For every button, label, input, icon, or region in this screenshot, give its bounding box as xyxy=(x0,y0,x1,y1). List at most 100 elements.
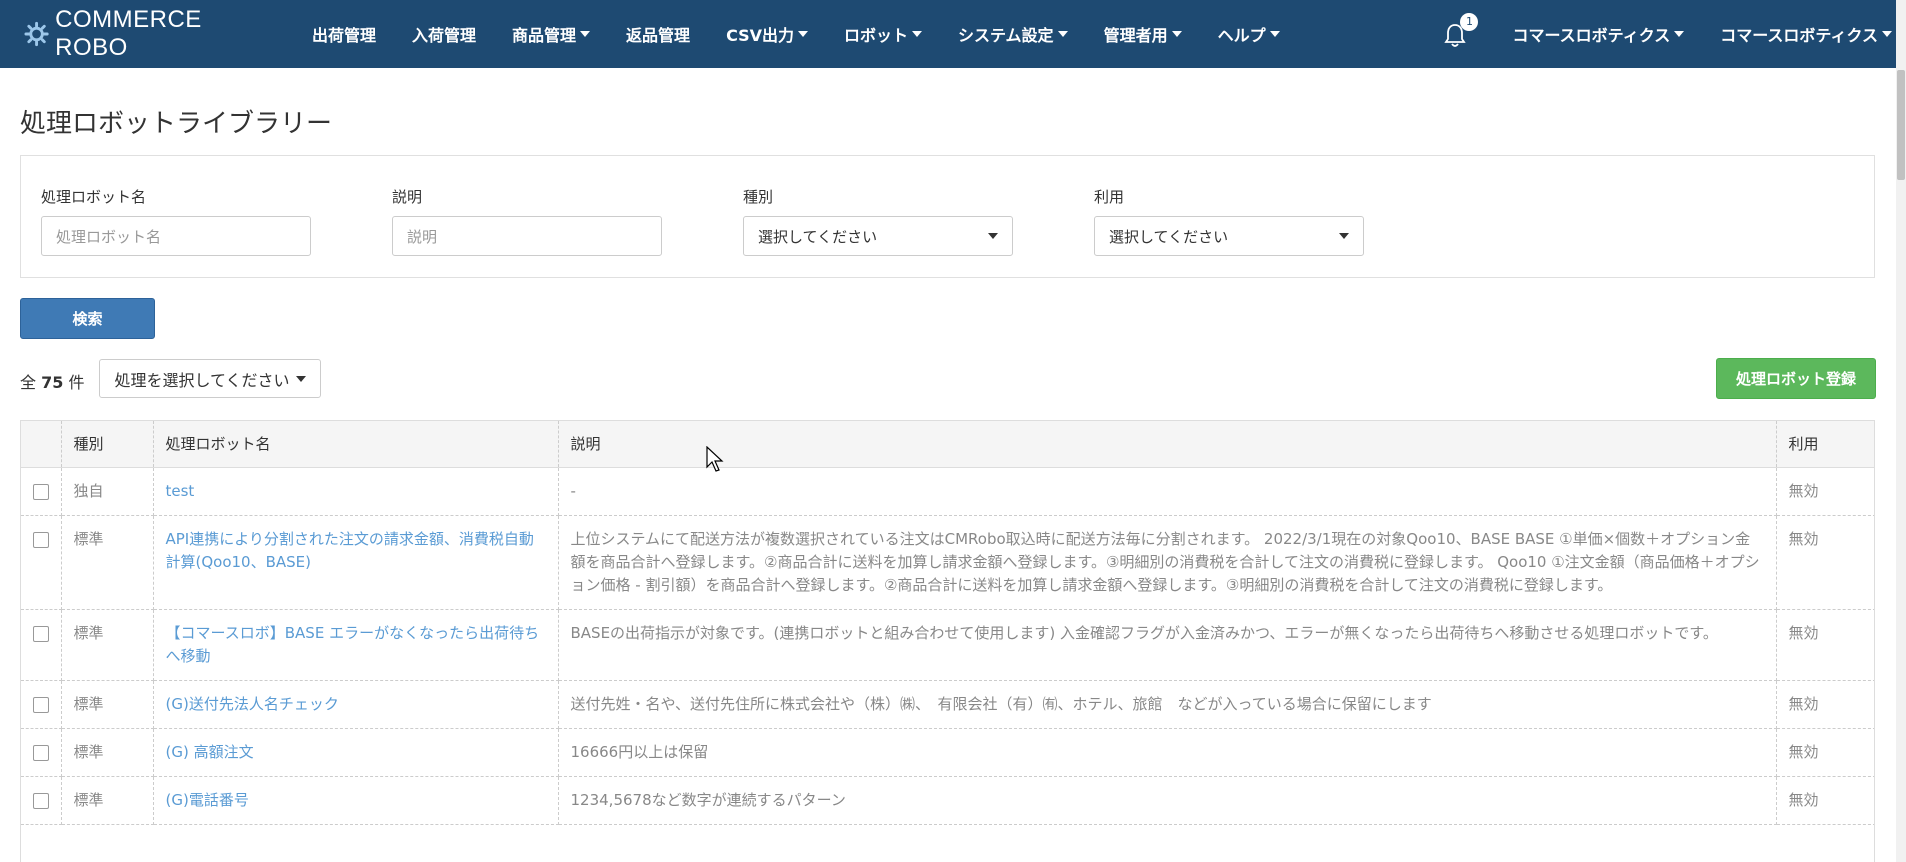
brand[interactable]: COMMERCE ROBO xyxy=(24,6,274,62)
row-checkbox[interactable] xyxy=(33,744,49,761)
notification-badge: 1 xyxy=(1460,13,1479,31)
cell-usage: 無効 xyxy=(1776,515,1874,610)
caret-down-icon xyxy=(1882,31,1892,37)
nav-label: コマースロボティクス xyxy=(1720,26,1878,45)
cell-description: 送付先姓・名や、送付先住所に株式会社や（株）㈱、 有限会社（有）㈲、ホテル、旅館… xyxy=(558,680,1777,729)
caret-down-icon xyxy=(1339,233,1349,239)
header-description[interactable]: 説明 xyxy=(558,421,1777,468)
row-checkbox[interactable] xyxy=(33,625,49,642)
caret-down-icon xyxy=(1269,31,1280,37)
cell-name-link[interactable]: (G)電話番号 xyxy=(153,776,559,825)
nav-right: 1 コマースロボティクス コマースロボティクス xyxy=(1442,0,1896,68)
nav-robot[interactable]: ロボット xyxy=(826,0,940,68)
header-checkbox xyxy=(21,421,62,468)
user-menu-1[interactable]: コマースロボティクス xyxy=(1494,0,1702,68)
cell-type: 標準 xyxy=(61,680,154,729)
total-prefix: 全 xyxy=(20,373,37,392)
page-scrollbar[interactable] xyxy=(1896,0,1906,862)
filter-label: 処理ロボット名 xyxy=(41,188,147,206)
nav-label: 返品管理 xyxy=(626,26,691,45)
nav-label: CSV出力 xyxy=(726,26,795,45)
cell-name-link[interactable]: 【コマースロボ】BASE エラーがなくなったら出荷待ちへ移動 xyxy=(153,609,559,681)
nav-help[interactable]: ヘルプ xyxy=(1200,0,1298,68)
usage-select[interactable]: 選択してください xyxy=(1094,216,1364,256)
cell-description: 16666円以上は保留 xyxy=(558,728,1777,777)
nav-shipping[interactable]: 出荷管理 xyxy=(294,0,394,68)
notification-button[interactable]: 1 xyxy=(1442,13,1479,49)
total-suffix: 件 xyxy=(68,373,85,392)
scroll-thumb[interactable] xyxy=(1897,70,1905,180)
caret-down-icon xyxy=(912,31,923,37)
nav-label: 入荷管理 xyxy=(412,26,477,45)
gear-logo-icon xyxy=(24,21,49,47)
mouse-cursor-icon xyxy=(706,446,724,472)
nav-label: ヘルプ xyxy=(1217,26,1266,45)
nav-returns[interactable]: 返品管理 xyxy=(608,0,708,68)
row-checkbox[interactable] xyxy=(33,792,49,809)
filter-usage: 利用 選択してください xyxy=(1094,186,1364,256)
filter-name: 処理ロボット名 処理ロボット名 xyxy=(41,186,311,256)
table-row: 標準 (G) 高額注文 16666円以上は保留 無効 xyxy=(21,728,1874,777)
nav-receiving[interactable]: 入荷管理 xyxy=(394,0,494,68)
cell-name-link[interactable]: test xyxy=(153,467,559,516)
cell-description: BASEの出荷指示が対象です。(連携ロボットと組み合わせて使用します) 入金確認… xyxy=(558,609,1777,681)
row-checkbox[interactable] xyxy=(33,483,49,500)
top-navbar: COMMERCE ROBO 出荷管理 入荷管理 商品管理 返品管理 CSV出力 … xyxy=(0,0,1896,68)
caret-down-icon xyxy=(1171,31,1182,37)
filter-panel: 処理ロボット名 処理ロボット名 説明 説明 種別 選択してください 利用 選択し… xyxy=(20,155,1875,278)
placeholder-text: 説明 xyxy=(407,227,438,246)
nav-label: 管理者用 xyxy=(1103,26,1168,45)
cell-description: - xyxy=(558,467,1777,516)
nav-csv-export[interactable]: CSV出力 xyxy=(708,0,826,68)
user-menu-2[interactable]: コマースロボティクス xyxy=(1702,0,1896,68)
caret-down-icon xyxy=(1674,31,1685,37)
register-robot-button[interactable]: 処理ロボット登録 xyxy=(1716,358,1876,399)
nav-system-settings[interactable]: システム設定 xyxy=(940,0,1086,68)
nav-label: 出荷管理 xyxy=(312,26,377,45)
row-checkbox-cell xyxy=(21,467,62,516)
row-checkbox-cell xyxy=(21,728,62,777)
header-usage[interactable]: 利用 xyxy=(1776,421,1874,468)
search-button[interactable]: 検索 xyxy=(20,298,155,339)
cell-usage: 無効 xyxy=(1776,776,1874,825)
table-row: 標準 【コマースロボ】BASE エラーがなくなったら出荷待ちへ移動 BASEの出… xyxy=(21,609,1874,681)
filter-label: 説明 xyxy=(392,188,423,206)
type-select[interactable]: 選択してください xyxy=(743,216,1013,256)
page-title: 処理ロボットライブラリー xyxy=(20,109,333,139)
select-value: 選択してください xyxy=(758,227,878,246)
nav-products[interactable]: 商品管理 xyxy=(494,0,608,68)
total-count: 全 75 件 xyxy=(20,369,84,393)
caret-down-icon xyxy=(295,375,306,382)
filter-type: 種別 選択してください xyxy=(743,186,1013,256)
total-number: 75 xyxy=(41,373,64,392)
filter-label: 種別 xyxy=(743,188,774,206)
nav-label: 商品管理 xyxy=(512,26,577,45)
header-name[interactable]: 処理ロボット名 xyxy=(153,421,559,468)
row-checkbox-cell xyxy=(21,680,62,729)
cell-name-link[interactable]: (G)送付先法人名チェック xyxy=(153,680,559,729)
nav-label: ロボット xyxy=(844,26,909,45)
cell-type: 独自 xyxy=(61,467,154,516)
table-row: 標準 API連携により分割された注文の請求金額、消費税自動計算(Qoo10、BA… xyxy=(21,515,1874,610)
description-input[interactable]: 説明 xyxy=(392,216,662,256)
bulk-action-select[interactable]: 処理を選択してください xyxy=(99,359,321,398)
caret-down-icon xyxy=(1057,31,1068,37)
brand-name: COMMERCE ROBO xyxy=(55,6,202,61)
header-type[interactable]: 種別 xyxy=(61,421,154,468)
robot-name-input[interactable]: 処理ロボット名 xyxy=(41,216,311,256)
filter-description: 説明 説明 xyxy=(392,186,662,256)
cell-description: 1234,5678など数字が連続するパターン xyxy=(558,776,1777,825)
nav-admin[interactable]: 管理者用 xyxy=(1086,0,1200,68)
placeholder-text: 処理ロボット名 xyxy=(56,227,162,246)
row-checkbox[interactable] xyxy=(33,696,49,713)
cell-type: 標準 xyxy=(61,728,154,777)
nav-label: コマースロボティクス xyxy=(1512,26,1671,45)
row-checkbox-cell xyxy=(21,609,62,681)
cell-usage: 無効 xyxy=(1776,728,1874,777)
cell-name-link[interactable]: API連携により分割された注文の請求金額、消費税自動計算(Qoo10、BASE) xyxy=(153,515,559,610)
table-row: 標準 (G)電話番号 1234,5678など数字が連続するパターン 無効 xyxy=(21,776,1874,825)
table-row: 標準 (G)送付先法人名チェック 送付先姓・名や、送付先住所に株式会社や（株）㈱… xyxy=(21,680,1874,729)
filter-label: 利用 xyxy=(1094,188,1125,206)
row-checkbox[interactable] xyxy=(33,531,49,548)
cell-name-link[interactable]: (G) 高額注文 xyxy=(153,728,559,777)
